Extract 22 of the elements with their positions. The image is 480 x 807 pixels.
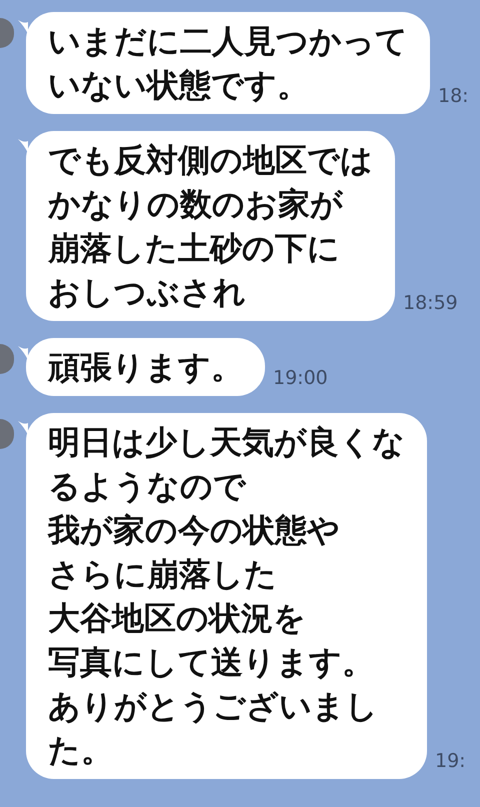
message-time: 19:	[435, 748, 466, 774]
message-text: でも反対側の地区では	[48, 140, 373, 181]
message-text: おしつぶされ	[48, 272, 247, 313]
message-text: いまだに二人見つかって	[48, 21, 408, 62]
message-text: 写真にして送ります。	[48, 642, 375, 683]
message-text: 大谷地区の状況を	[48, 598, 307, 639]
message-time: 18:59	[403, 290, 458, 316]
avatar[interactable]	[0, 344, 14, 374]
message-text: 頑張ります。	[48, 347, 243, 388]
message-time: 19:00	[273, 366, 328, 390]
message-text: 崩落した土砂の下に	[48, 228, 341, 269]
message-text: さらに崩落した	[48, 554, 278, 595]
message-text: 明日は少し天気が良くな	[48, 422, 405, 463]
message-text: るようなので	[48, 466, 248, 507]
message-text: いない状態です。	[48, 65, 310, 106]
message-text: た。	[48, 730, 114, 771]
message-time: 18:	[438, 84, 469, 108]
message-text: 我が家の今の状態や	[48, 510, 341, 551]
message-text: かなりの数のお家が	[48, 184, 344, 225]
avatar[interactable]	[0, 419, 14, 449]
message-text: ありがとうございまし	[48, 686, 379, 727]
avatar[interactable]	[0, 18, 14, 48]
